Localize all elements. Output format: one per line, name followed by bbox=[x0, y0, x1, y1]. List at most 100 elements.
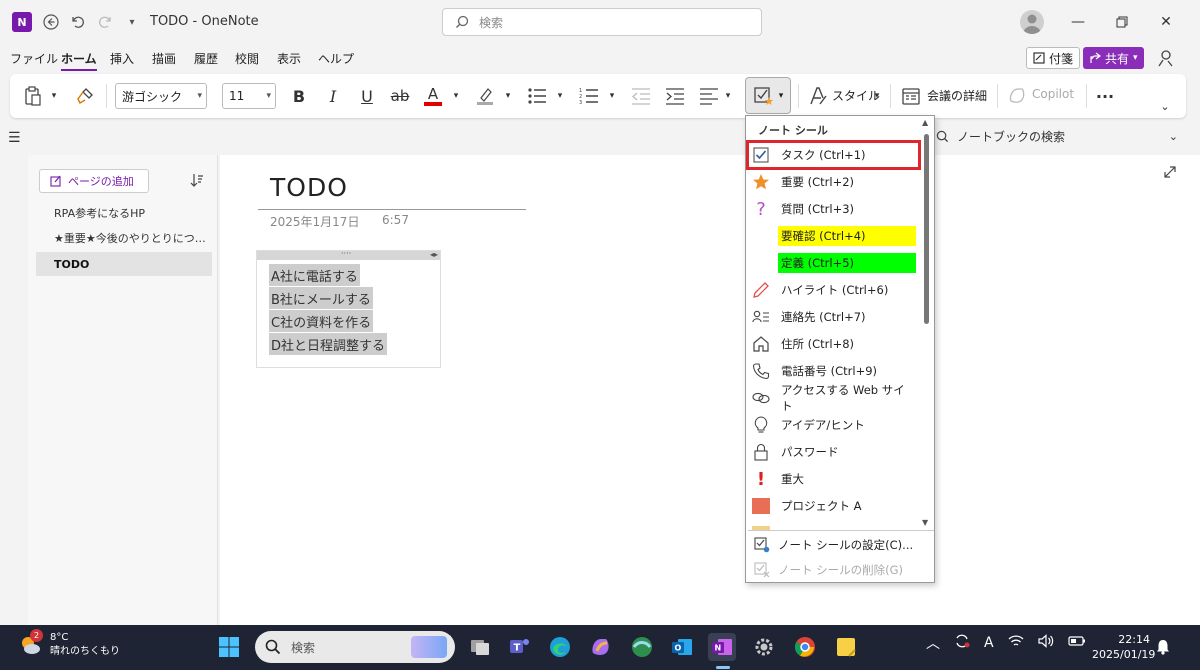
customize-tags-item[interactable]: ノート シールの設定(C)... bbox=[754, 534, 913, 556]
remove-tags-item[interactable]: ノート シールの削除(G) bbox=[754, 559, 903, 581]
quick-access-dropdown-icon[interactable]: ▾ bbox=[121, 11, 143, 33]
add-page-button[interactable]: ページの追加 bbox=[39, 169, 149, 193]
increase-indent-icon[interactable] bbox=[664, 84, 686, 108]
chrome-icon[interactable] bbox=[791, 633, 819, 661]
menu-draw[interactable]: 描画 bbox=[152, 50, 176, 67]
meeting-details-icon[interactable] bbox=[900, 84, 922, 108]
underline-button[interactable]: U bbox=[356, 84, 378, 108]
outline-handle-bar[interactable]: ···· ◂▸ bbox=[257, 249, 440, 260]
edge-icon[interactable] bbox=[546, 633, 574, 661]
numbered-dropdown-icon[interactable]: ▾ bbox=[606, 84, 618, 108]
onenote-taskbar-icon[interactable]: N bbox=[708, 633, 736, 661]
paste-icon[interactable] bbox=[22, 84, 44, 108]
menu-home[interactable]: ホーム bbox=[61, 50, 97, 71]
ribbon-collapse-icon[interactable]: ⌄ bbox=[1158, 94, 1172, 118]
sync-icon[interactable] bbox=[954, 633, 970, 653]
format-painter-icon[interactable] bbox=[74, 84, 96, 108]
tag-website[interactable]: アクセスする Web サイト bbox=[748, 383, 919, 413]
note-tag-button[interactable]: ▾ bbox=[745, 77, 791, 114]
menu-history[interactable]: 履歴 bbox=[194, 50, 218, 67]
minimize-icon[interactable]: — bbox=[1066, 10, 1090, 34]
task-view-icon[interactable] bbox=[466, 633, 494, 661]
settings-gear-icon[interactable] bbox=[750, 633, 778, 661]
tag-contact[interactable]: 連絡先 (Ctrl+7) bbox=[748, 304, 919, 330]
avatar[interactable] bbox=[1020, 10, 1044, 34]
copilot-label[interactable]: Copilot bbox=[1032, 87, 1074, 101]
menu-help[interactable]: ヘルプ bbox=[318, 50, 354, 67]
align-icon[interactable] bbox=[698, 84, 720, 108]
strikethrough-button[interactable]: ab bbox=[388, 84, 412, 108]
notebook-search[interactable]: ノートブックの検索 ⌄ bbox=[936, 124, 1188, 148]
page-item[interactable]: RPA参考になるHP bbox=[36, 201, 212, 225]
bullet-list-icon[interactable] bbox=[526, 84, 548, 108]
sort-icon[interactable] bbox=[190, 173, 204, 191]
restore-icon[interactable] bbox=[1110, 10, 1134, 34]
page-item[interactable]: ★重要★今後のやりとりにつ… bbox=[36, 226, 212, 250]
align-dropdown-icon[interactable]: ▾ bbox=[722, 84, 734, 108]
copilot-icon[interactable] bbox=[1006, 84, 1028, 108]
notification-bell-icon[interactable] bbox=[1156, 639, 1170, 658]
undo-icon[interactable] bbox=[67, 11, 89, 33]
menu-review[interactable]: 校閲 bbox=[235, 50, 259, 67]
tag-idea[interactable]: アイデア/ヒント bbox=[748, 412, 919, 438]
list-item[interactable]: D社と日程調整する bbox=[269, 333, 388, 355]
tag-project-a[interactable]: プロジェクト A bbox=[748, 493, 919, 519]
tray-overflow-icon[interactable]: ︿ bbox=[926, 633, 940, 653]
sticky-notes-button[interactable]: 付箋 bbox=[1026, 47, 1081, 69]
fullscreen-expand-icon[interactable] bbox=[1163, 165, 1177, 183]
highlighter-icon[interactable] bbox=[474, 84, 496, 108]
highlight-dropdown-icon[interactable]: ▾ bbox=[502, 84, 514, 108]
copilot-app-icon[interactable] bbox=[587, 633, 615, 661]
tag-question[interactable]: ? 質問 (Ctrl+3) bbox=[748, 196, 919, 222]
bold-button[interactable]: B bbox=[288, 84, 310, 108]
page-item-selected[interactable]: TODO bbox=[36, 252, 212, 276]
more-options-icon[interactable]: ··· bbox=[1094, 84, 1116, 108]
outline-resize-icon[interactable]: ◂▸ bbox=[430, 250, 438, 259]
list-item[interactable]: A社に電話する bbox=[269, 264, 360, 286]
page-canvas[interactable]: TODO 2025年1月17日 6:57 ···· ◂▸ A社に電話する B社に… bbox=[220, 155, 1200, 625]
tag-to-confirm[interactable]: 要確認 (Ctrl+4) bbox=[748, 223, 919, 249]
menu-file[interactable]: ファイル bbox=[10, 50, 58, 67]
close-icon[interactable]: ✕ bbox=[1154, 10, 1178, 34]
redo-icon[interactable] bbox=[94, 11, 116, 33]
browser-app-icon[interactable] bbox=[628, 633, 656, 661]
tag-address[interactable]: 住所 (Ctrl+8) bbox=[748, 331, 919, 357]
share-button[interactable]: 共有 ▾ bbox=[1083, 47, 1144, 69]
page-title[interactable]: TODO bbox=[270, 173, 348, 202]
outlook-icon[interactable]: O bbox=[668, 633, 696, 661]
tag-important[interactable]: 重要 (Ctrl+2) bbox=[748, 169, 919, 195]
weather-widget[interactable]: 2 8°C 晴れのちくもり bbox=[18, 629, 120, 659]
style-dropdown-icon[interactable]: ▾ bbox=[872, 84, 882, 108]
font-color-button[interactable]: A bbox=[422, 84, 444, 108]
battery-icon[interactable] bbox=[1067, 635, 1086, 651]
tag-definition[interactable]: 定義 (Ctrl+5) bbox=[748, 250, 919, 276]
volume-icon[interactable] bbox=[1037, 634, 1054, 652]
menu-scrollbar[interactable]: ▲ ▼ bbox=[922, 118, 930, 527]
font-name-select[interactable]: 游ゴシック ▾ bbox=[115, 83, 207, 109]
numbered-list-icon[interactable]: 123 bbox=[578, 84, 600, 108]
feedback-icon[interactable] bbox=[1155, 48, 1175, 68]
sticky-notes-app-icon[interactable] bbox=[832, 633, 860, 661]
scroll-up-icon[interactable]: ▲ bbox=[922, 118, 928, 127]
outline-move-handle[interactable]: ···· bbox=[341, 249, 351, 258]
style-icon[interactable] bbox=[807, 84, 829, 108]
meeting-details-label[interactable]: 会議の詳細 bbox=[927, 87, 987, 104]
navigation-toggle-icon[interactable]: ☰ bbox=[8, 130, 21, 146]
menu-view[interactable]: 表示 bbox=[277, 50, 301, 67]
note-outline-container[interactable]: ···· ◂▸ A社に電話する B社にメールする C社の資料を作る D社と日程調… bbox=[256, 249, 441, 368]
tag-task[interactable]: タスク (Ctrl+1) bbox=[746, 140, 921, 170]
clock[interactable]: 22:14 2025/01/19 bbox=[1092, 632, 1155, 662]
font-size-select[interactable]: 11 ▾ bbox=[222, 83, 276, 109]
tag-highlight[interactable]: ハイライト (Ctrl+6) bbox=[748, 277, 919, 303]
wifi-icon[interactable] bbox=[1008, 634, 1024, 652]
italic-button[interactable]: I bbox=[322, 84, 344, 108]
bullet-dropdown-icon[interactable]: ▾ bbox=[554, 84, 566, 108]
font-color-dropdown-icon[interactable]: ▾ bbox=[450, 84, 462, 108]
menu-insert[interactable]: 挿入 bbox=[110, 50, 134, 67]
taskbar-search[interactable]: 検索 bbox=[255, 631, 455, 663]
list-item[interactable]: C社の資料を作る bbox=[269, 310, 374, 332]
scroll-thumb[interactable] bbox=[924, 134, 929, 324]
search-box[interactable]: 検索 bbox=[442, 8, 762, 36]
list-item[interactable]: B社にメールする bbox=[269, 287, 373, 309]
tag-critical[interactable]: ! 重大 bbox=[748, 466, 919, 492]
